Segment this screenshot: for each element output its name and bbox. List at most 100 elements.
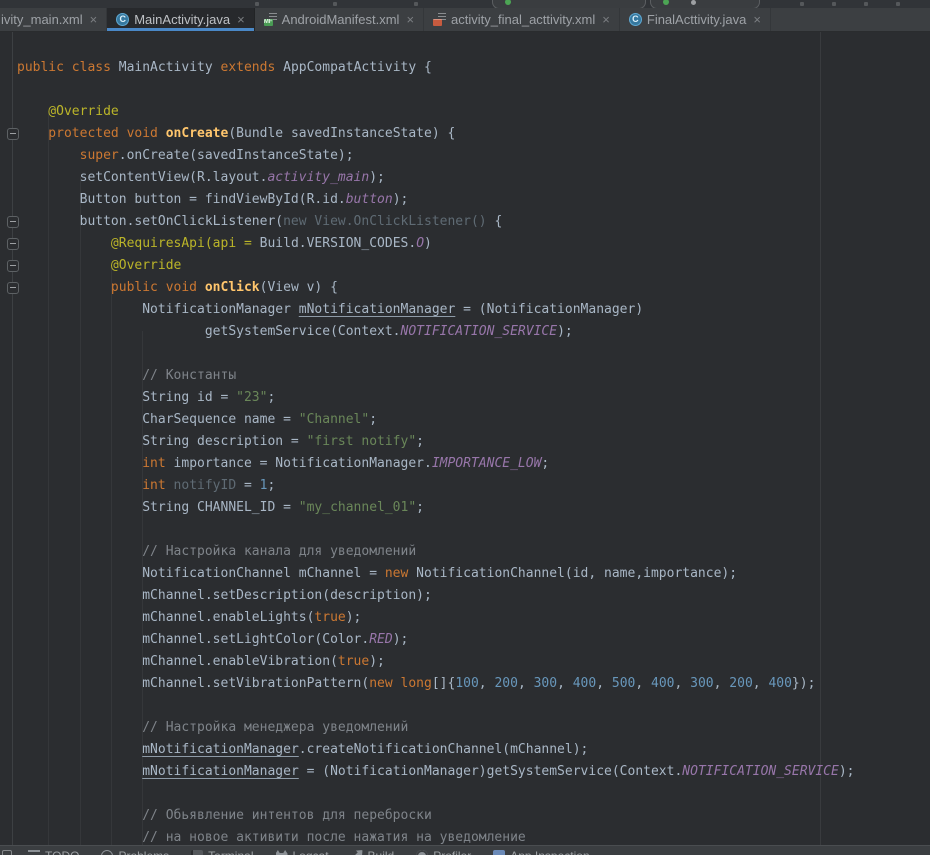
toolwindow-button-problems[interactable]: Problems [101,846,169,855]
code-token: mChannel.setVibrationPattern( [17,676,369,691]
run-configuration-button[interactable] [492,0,646,8]
code-line [17,79,855,101]
tool-window-bar: TODO Problems Terminal Logcat Build Profiler A… [0,845,930,855]
code-line: mChannel.setLightColor(Color.RED); [17,629,855,651]
code-line: int notifyID = 1; [17,475,855,497]
toolwindow-button-terminal[interactable]: Terminal [191,846,253,855]
code-token: NotificationChannel mChannel = [17,566,385,581]
code-token: @Override [17,104,119,119]
code-token: mChannel.enableLights( [17,610,314,625]
close-icon[interactable]: × [237,13,245,26]
toolbar-mark-icon [255,2,259,6]
close-icon[interactable]: × [406,13,414,26]
code-token: }); [792,676,815,691]
tab-label: ivity_main.xml [1,12,83,27]
android-studio-window: ivity_main.xml×CMainActivity.java×MFAndr… [0,0,930,855]
fold-minus-icon[interactable] [7,238,19,250]
fold-minus-icon[interactable] [7,260,19,272]
code-token: ; [369,412,377,427]
code-token: NOTIFICATION_SERVICE [682,764,839,779]
code-token: CharSequence name = [17,412,299,427]
code-line [17,343,855,365]
code-token: "Channel" [299,412,369,427]
code-token [17,742,142,757]
code-line: int importance = NotificationManager.IMP… [17,453,855,475]
toolwindow-label: Profiler [433,849,471,855]
code-token: .onCreate(savedInstanceState); [119,148,354,163]
code-token: true [314,610,345,625]
code-token: "first notify" [307,434,417,449]
code-token: onCreate [166,126,229,141]
code-token: 500 [612,676,635,691]
toolwindow-label: Logcat [293,849,329,855]
code-token: ; [267,390,275,405]
code-token: , [714,676,730,691]
code-token: String description = [17,434,307,449]
code-token: activity_main [267,170,369,185]
code-token: // Настройка канала для уведомлений [17,544,416,559]
code-token: ; [267,478,275,493]
tab-activity-main-xml[interactable]: ivity_main.xml × [0,8,107,31]
close-icon[interactable]: × [753,13,761,26]
gutter-separator [12,32,13,845]
code-line: @Override [17,255,855,277]
toolwindow-button-app-inspection[interactable]: App Inspection [493,846,589,855]
code-token: mChannel.setLightColor(Color. [17,632,369,647]
run-icon [663,0,669,5]
code-token: int [17,456,174,471]
run-actions-group[interactable] [650,0,760,8]
tab-label: activity_final_acttivity.xml [451,12,595,27]
toolwindow-button-logcat[interactable]: Logcat [276,846,329,855]
code-line: String description = "first notify"; [17,431,855,453]
toolwindow-button-profiler[interactable]: Profiler [416,846,471,855]
code-token: , [479,676,495,691]
code-editor[interactable]: public class MainActivity extends AppCom… [0,32,930,845]
code-token: @Override [17,258,181,273]
code-token: ); [346,610,362,625]
window-corner-icon[interactable] [2,850,12,855]
fold-minus-icon[interactable] [7,216,19,228]
close-icon[interactable]: × [602,13,610,26]
code-token: , [557,676,573,691]
toolbar-mark-icon [832,2,836,6]
code-token: .createNotificationChannel(mChannel); [299,742,589,757]
code-token: notifyID [174,478,237,493]
toolbar-action-icon [691,0,696,5]
tab-finalacttivity-java[interactable]: CFinalActtivity.java× [620,8,771,31]
code-token [17,764,142,779]
main-toolbar-partial [0,0,930,8]
toolwindow-button-todo[interactable]: TODO [28,846,79,855]
tab-activity-final-acttivity-xml[interactable]: activity_final_acttivity.xml × [424,8,620,31]
toolbar-mark-icon [414,2,418,6]
fold-minus-icon[interactable] [7,128,19,140]
code-token: new [385,566,416,581]
tab-label: MainActivity.java [134,12,230,27]
code-token: "my_channel_01" [299,500,416,515]
code-line: mChannel.enableVibration(true); [17,651,855,673]
code-token: "23" [236,390,267,405]
code-token: button [346,192,393,207]
toolwindow-button-build[interactable]: Build [351,846,395,855]
tab-mainactivity-java[interactable]: CMainActivity.java× [107,8,254,31]
code-token: NotificationManager [17,302,299,317]
fold-minus-icon[interactable] [7,282,19,294]
code-token: true [338,654,369,669]
code-token: 200 [729,676,752,691]
close-icon[interactable]: × [90,13,98,26]
profiler-icon [416,850,428,855]
code-token: ); [393,632,409,647]
code-token: public void [17,280,205,295]
code-line: // Настройка менеджера уведомлений [17,717,855,739]
code-line [17,783,855,805]
code-token: { [494,214,502,229]
code-token: IMPORTANCE_LOW [432,456,542,471]
code-token: ); [839,764,855,779]
code-token: ; [416,434,424,449]
todo-icon [28,850,40,855]
code-token: , [596,676,612,691]
code-token: @RequiresApi(api = [17,236,260,251]
code-token: , [675,676,691,691]
tab-androidmanifest-xml[interactable]: MFAndroidManifest.xml× [255,8,424,31]
build-icon [351,850,363,855]
code-line: // Настройка канала для уведомлений [17,541,855,563]
